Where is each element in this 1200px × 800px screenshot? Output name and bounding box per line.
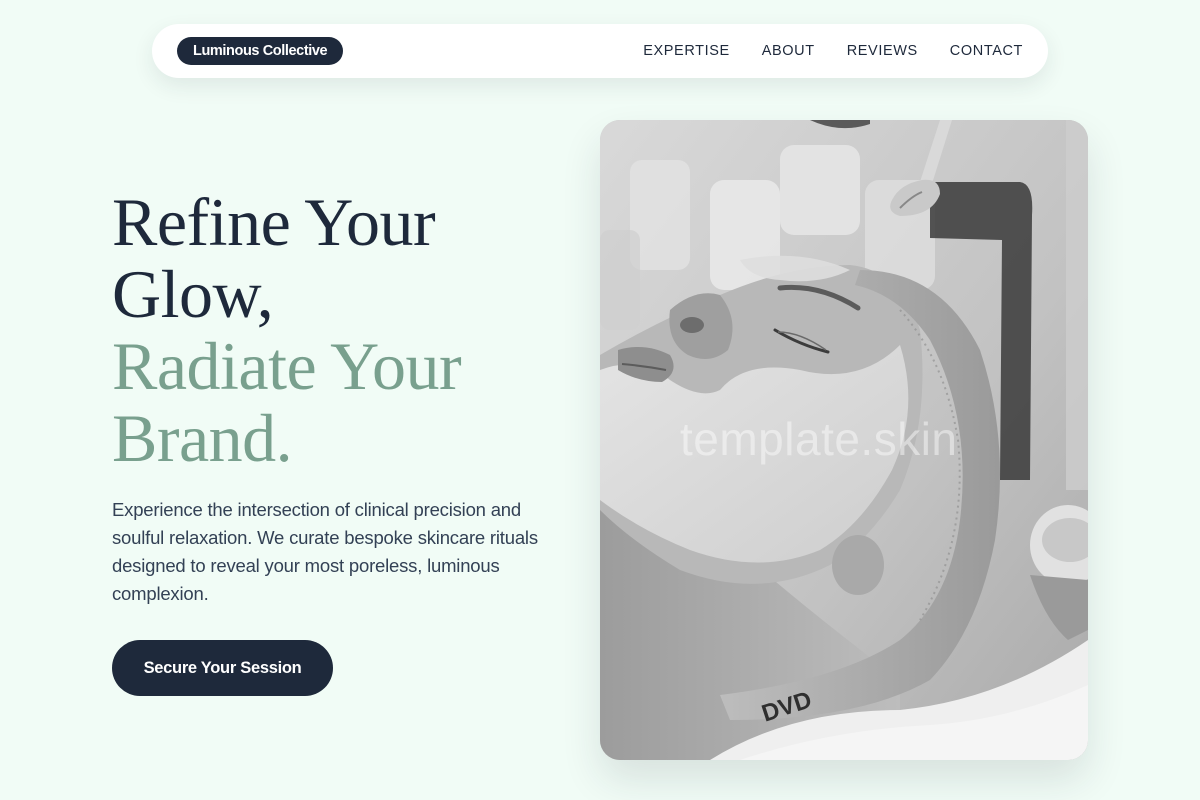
brand-logo[interactable]: Luminous Collective (177, 37, 344, 65)
nav-link-expertise[interactable]: EXPERTISE (643, 43, 730, 59)
hero-title-accent-line-1: Radiate Your (112, 328, 462, 404)
hero-title-line-1: Refine Your (112, 184, 436, 260)
watermark-text: template.skin (680, 413, 958, 465)
hero-title-accent-line-2: Brand. (112, 400, 293, 476)
hero-photo: DVD template.skin (600, 120, 1088, 760)
hero-title-line-2: Glow, (112, 256, 274, 332)
secure-session-button[interactable]: Secure Your Session (112, 640, 333, 696)
nav-link-reviews[interactable]: REVIEWS (847, 43, 918, 59)
hero-title: Refine Your Glow, Radiate Your Brand. (112, 186, 592, 474)
top-navbar: Luminous Collective EXPERTISE ABOUT REVI… (152, 24, 1048, 78)
nav-links: EXPERTISE ABOUT REVIEWS CONTACT (643, 24, 1023, 78)
nav-link-contact[interactable]: CONTACT (950, 43, 1023, 59)
hero-description: Experience the intersection of clinical … (112, 499, 538, 604)
nav-link-about[interactable]: ABOUT (762, 43, 815, 59)
